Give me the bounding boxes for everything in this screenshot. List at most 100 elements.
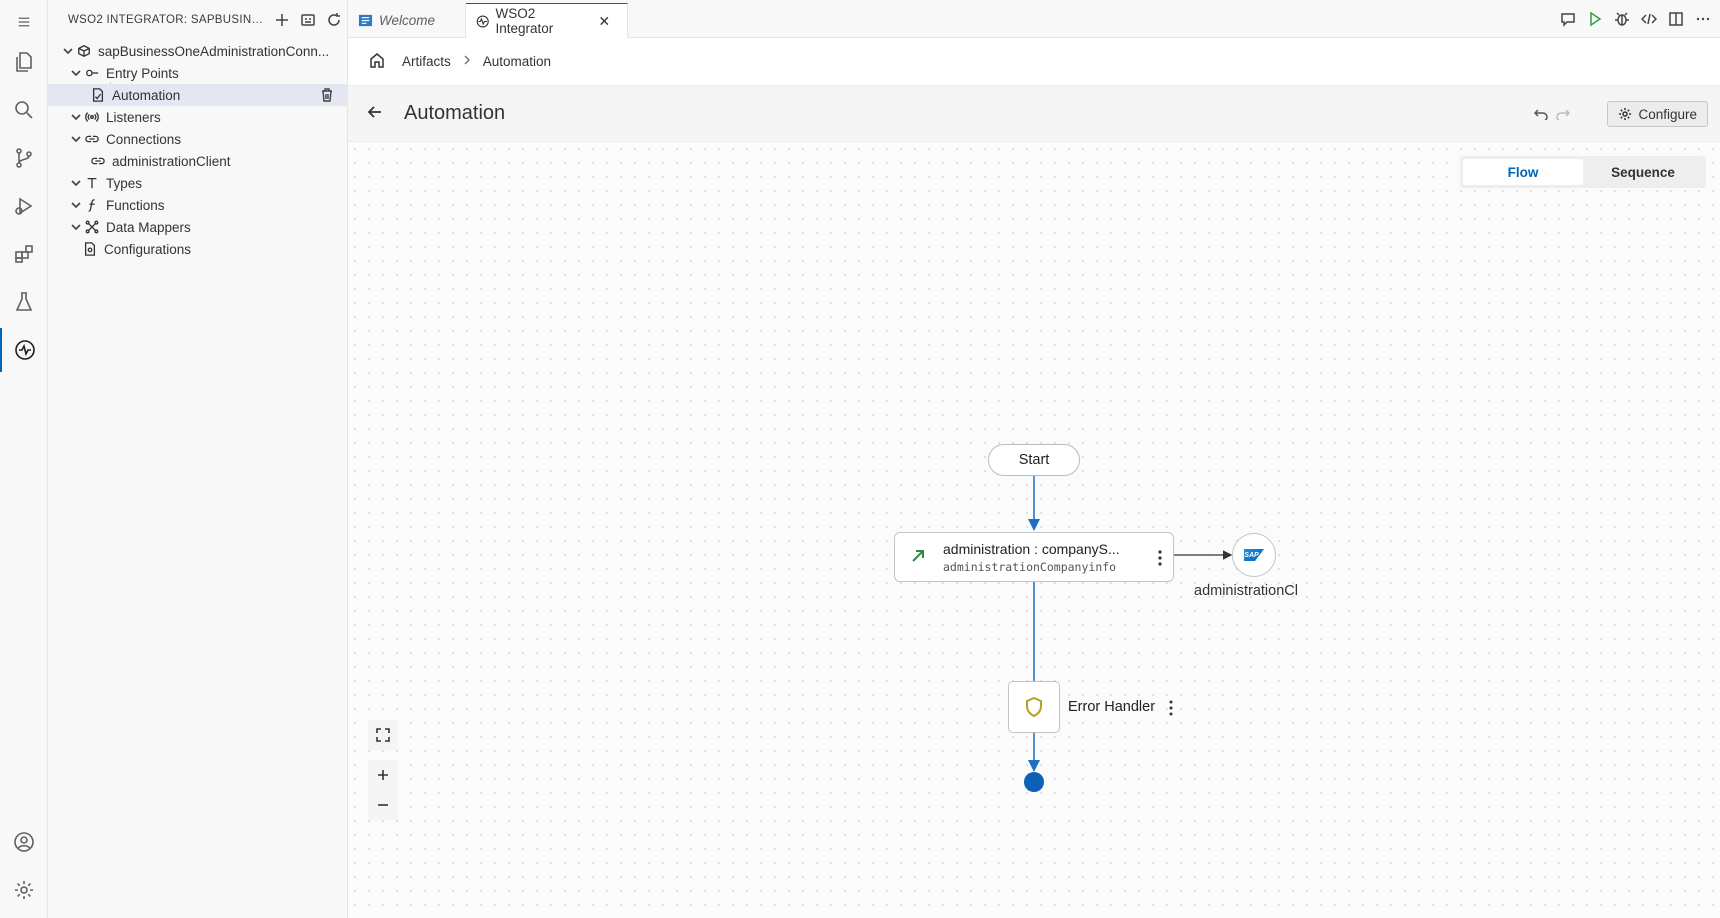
kebab-menu-icon[interactable]: [1166, 699, 1176, 717]
tab-wso2-integrator[interactable]: WSO2 Integrator: [466, 3, 628, 38]
diagram-canvas[interactable]: Flow Sequence Start administration : com…: [348, 142, 1720, 918]
plus-icon: [378, 770, 388, 780]
breadcrumb-artifacts[interactable]: Artifacts: [402, 54, 451, 69]
call-node[interactable]: administration : companyS... administrat…: [894, 532, 1174, 582]
menu-icon[interactable]: [0, 0, 48, 44]
fit-screen-icon: [376, 728, 390, 742]
chevron-down-icon: [68, 219, 84, 235]
call-node-subtitle: administrationCompanyinfo: [943, 560, 1117, 574]
zoom-controls: [368, 720, 398, 820]
open-editor-icon[interactable]: [295, 9, 321, 31]
link-icon: [90, 153, 106, 169]
tree-item-label: Functions: [106, 197, 165, 213]
explorer-icon[interactable]: [0, 40, 48, 84]
listener-icon: [84, 109, 100, 125]
search-icon[interactable]: [0, 88, 48, 132]
config-file-icon: [82, 241, 98, 257]
kebab-menu-icon[interactable]: [1155, 548, 1165, 568]
add-icon[interactable]: [269, 9, 295, 31]
flow-connectors: [1028, 476, 1233, 772]
page-header: Automation Configure: [348, 86, 1720, 142]
package-icon: [76, 43, 92, 59]
page-title: Automation: [404, 102, 506, 124]
chevron-down-icon: [68, 131, 84, 147]
redo-icon[interactable]: [1556, 106, 1571, 123]
function-icon: [84, 197, 100, 213]
sidebar: WSO2 INTEGRATOR: SAPBUSINE... sapBusines…: [48, 0, 348, 918]
close-icon[interactable]: [598, 14, 611, 28]
refresh-icon[interactable]: [321, 9, 347, 31]
tree-item-label: Connections: [106, 131, 182, 147]
welcome-icon: [358, 14, 373, 27]
end-node: [1024, 772, 1044, 792]
run-debug-icon[interactable]: [0, 184, 48, 228]
remote-call-arrow-icon: [909, 547, 927, 565]
tree-item-types[interactable]: Types: [48, 172, 347, 194]
tree-item-label: Listeners: [106, 109, 161, 125]
undo-redo: [1533, 106, 1571, 123]
extensions-icon[interactable]: [0, 232, 48, 276]
breadcrumb: Artifacts Automation: [348, 38, 1720, 86]
tree-root-label: sapBusinessOneAdministrationConn...: [98, 43, 330, 59]
error-handler-node[interactable]: [1008, 681, 1060, 733]
tab-welcome[interactable]: Welcome: [348, 3, 466, 38]
tree-item-data-mappers[interactable]: Data Mappers: [48, 216, 347, 238]
back-arrow-icon[interactable]: [366, 103, 384, 124]
tree-item-label: Entry Points: [106, 65, 179, 81]
sidebar-header: WSO2 INTEGRATOR: SAPBUSINE...: [48, 0, 347, 40]
home-icon[interactable]: [368, 51, 386, 72]
configure-button[interactable]: Configure: [1607, 101, 1708, 127]
tree-item-entry-points[interactable]: Entry Points: [48, 62, 347, 84]
zoom-in-button[interactable]: [368, 760, 398, 790]
error-handler-label: Error Handler: [1068, 699, 1156, 715]
chevron-right-icon: [461, 54, 473, 69]
editor-actions: [1559, 10, 1712, 28]
chevron-down-icon: [68, 109, 84, 125]
connection-node[interactable]: SAP: [1232, 533, 1276, 577]
chevron-down-icon: [68, 197, 84, 213]
automation-file-icon: [90, 87, 106, 103]
undo-icon[interactable]: [1533, 106, 1548, 123]
tab-label: WSO2 Integrator: [495, 6, 554, 36]
zoom-group: [368, 760, 398, 820]
start-node[interactable]: Start: [988, 444, 1080, 476]
tree-item-administration-client[interactable]: administrationClient: [48, 150, 347, 172]
code-icon[interactable]: [1640, 10, 1658, 28]
tree-root[interactable]: sapBusinessOneAdministrationConn...: [48, 40, 347, 62]
chevron-down-icon: [68, 175, 84, 191]
minus-icon: [378, 804, 388, 806]
tree-item-listeners[interactable]: Listeners: [48, 106, 347, 128]
chat-icon[interactable]: [1559, 10, 1577, 28]
testing-icon[interactable]: [0, 280, 48, 324]
tree-item-label: administrationClient: [112, 153, 231, 169]
more-icon[interactable]: [1694, 10, 1712, 28]
zoom-out-button[interactable]: [368, 790, 398, 820]
chevron-down-icon: [68, 65, 84, 81]
call-node-title: administration : companyS...: [943, 541, 1120, 557]
split-editor-icon[interactable]: [1667, 10, 1685, 28]
type-icon: [84, 175, 100, 191]
shield-icon: [1026, 696, 1042, 718]
breadcrumb-current: Automation: [482, 54, 552, 69]
tree-item-label: Configurations: [104, 241, 192, 257]
tree-item-label: Automation: [112, 87, 181, 103]
tree-item-connections[interactable]: Connections: [48, 128, 347, 150]
run-icon[interactable]: [1586, 10, 1604, 28]
delete-icon[interactable]: [319, 87, 335, 103]
debug-icon[interactable]: [1613, 10, 1631, 28]
wso2-integrator-icon[interactable]: [0, 328, 48, 372]
tab-label: Welcome: [379, 13, 436, 28]
tree-item-functions[interactable]: Functions: [48, 194, 347, 216]
tree-item-automation[interactable]: Automation: [48, 84, 347, 106]
settings-icon[interactable]: [0, 868, 48, 912]
connection-label: administrationCl: [1194, 583, 1298, 599]
editor-area: Welcome WSO2 Integrator Artifacts Automa…: [348, 0, 1720, 918]
entry-point-icon: [84, 65, 100, 81]
data-mapper-icon: [84, 219, 100, 235]
fit-screen-button[interactable]: [368, 720, 398, 750]
account-icon[interactable]: [0, 820, 48, 864]
tree-item-configurations[interactable]: Configurations: [48, 238, 347, 260]
sap-logo-icon: SAP: [1244, 549, 1264, 561]
tab-bar: Welcome WSO2 Integrator: [348, 0, 1720, 38]
source-control-icon[interactable]: [0, 136, 48, 180]
